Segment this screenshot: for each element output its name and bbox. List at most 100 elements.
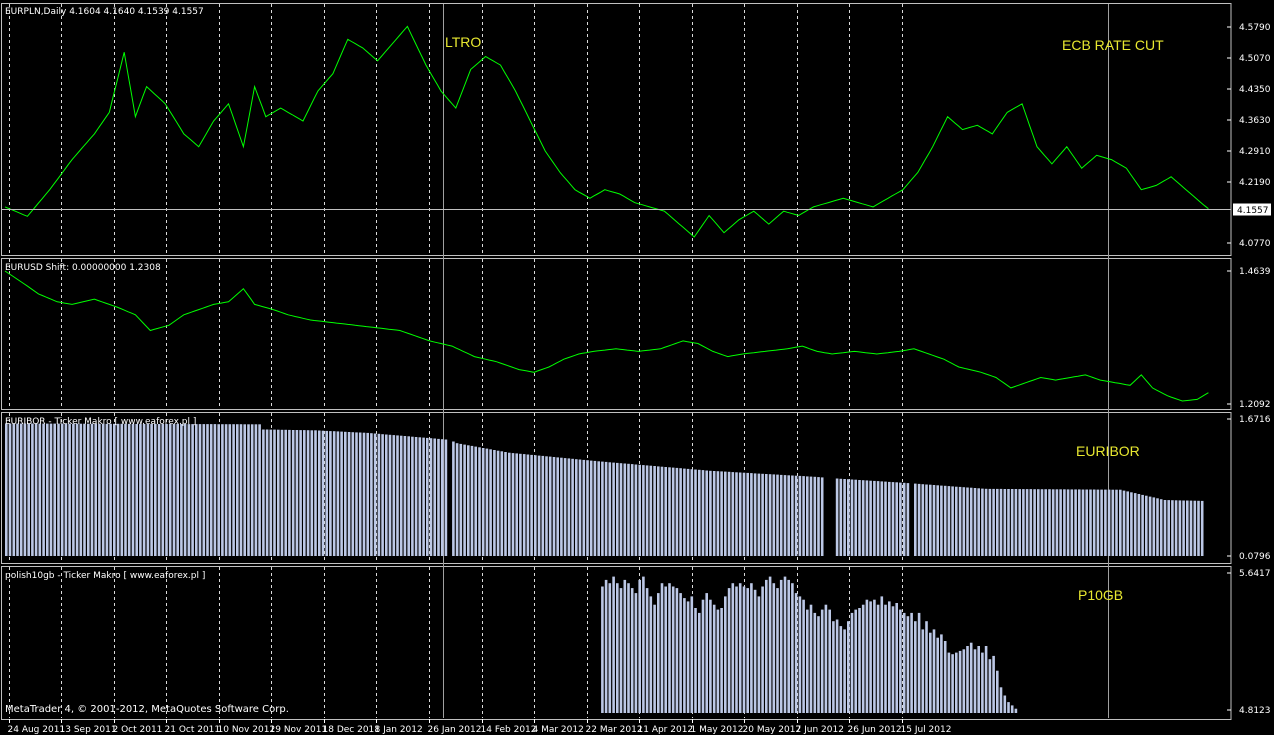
euribor-bar: [236, 424, 239, 556]
p10gb-bar: [802, 599, 805, 713]
y-tick-label: 4.8123: [1239, 706, 1271, 716]
euribor-bar: [392, 435, 396, 556]
p10gb-bar: [757, 596, 761, 713]
euribor-bar: [612, 462, 615, 556]
euribor-bar: [854, 479, 857, 556]
euribor-bar: [444, 439, 448, 556]
euribor-bar: [183, 424, 187, 556]
p10gb-bar: [969, 642, 973, 713]
x-tick-label: 15 Jul 2012: [901, 725, 952, 735]
euribor-bar: [880, 481, 884, 556]
euribor-bar: [902, 482, 906, 556]
euribor-bar: [630, 464, 634, 556]
euribor-bar: [604, 461, 608, 556]
euribor-bar: [977, 488, 980, 556]
euribor-bar: [83, 423, 86, 556]
euribor-bar: [1037, 489, 1040, 556]
y-tick-label: 1.2092: [1239, 400, 1271, 410]
euribor-bar: [131, 423, 135, 556]
euribor-bar: [437, 438, 440, 556]
p10gb-bar: [794, 593, 798, 713]
p10gb-bar: [671, 586, 675, 713]
euribor-bar: [247, 424, 250, 556]
euribor-bar: [727, 471, 731, 556]
p10gb-bar: [884, 604, 887, 713]
p10gb-bar: [925, 621, 928, 713]
euribor-bar: [779, 474, 783, 556]
y-tick-label: 1.6716: [1239, 415, 1271, 425]
euribor-bar: [955, 486, 958, 556]
p10gb-bar: [936, 637, 939, 713]
euribor-bar: [373, 433, 377, 556]
euribor-bar: [660, 466, 664, 556]
p10gb-bar: [888, 601, 891, 713]
metatrader-chart[interactable]: 4.1557 4.5790 4.5070 4.4350 4.3630 4.2910 4.2…: [0, 0, 1274, 735]
p10gb-bar: [724, 596, 727, 713]
euribor-bar: [929, 484, 932, 556]
p10gb-bar: [753, 589, 757, 713]
euribor-bar: [958, 486, 962, 556]
p10gb-bar: [943, 641, 947, 713]
p10gb-bar: [850, 612, 854, 713]
euribor-bar: [1018, 489, 1021, 556]
p10gb-bar: [809, 604, 813, 713]
euribor-bar: [1197, 500, 1200, 556]
euribor-bar: [515, 453, 518, 556]
p10gb-bar: [701, 599, 705, 713]
euribor-title: EURIBOR - Ticker Makro [ www.eaforex.pl …: [5, 417, 196, 427]
euribor-bar: [478, 447, 481, 556]
euribor-bar: [813, 476, 817, 556]
euribor-bar: [984, 488, 988, 556]
p10gb-bar: [932, 629, 936, 713]
euribor-bar: [332, 431, 336, 556]
euribor-bar: [467, 445, 470, 556]
euribor-bar: [94, 423, 97, 556]
p10gb-bar: [738, 583, 742, 713]
x-tick-label: 13 Sep 2011: [60, 725, 117, 735]
euribor-bar: [1115, 489, 1118, 556]
euribor-bar: [616, 462, 619, 556]
x-tick-label: 20 May 2012: [743, 725, 802, 735]
p10gb-bar: [683, 598, 686, 713]
euribor-bar: [787, 475, 790, 556]
p10gb-bar: [865, 599, 869, 713]
p10gb-bar: [891, 606, 895, 713]
euribor-bar: [850, 479, 854, 556]
p10gb-bar: [817, 616, 820, 713]
euribor-bar: [232, 424, 235, 556]
p10gb-bar: [776, 588, 779, 713]
euribor-bar: [1048, 489, 1051, 556]
y-tick-label: 5.6417: [1239, 569, 1271, 579]
current-price-value: 4.1557: [1237, 206, 1269, 216]
p10gb-bar: [750, 583, 753, 713]
euribor-bar: [530, 454, 533, 556]
euribor-bar: [213, 424, 217, 556]
euribor-bar: [1044, 489, 1047, 556]
euribor-bar: [541, 455, 545, 556]
p10gb-bar: [668, 583, 671, 713]
euribor-bar: [750, 473, 753, 556]
euribor-bar: [228, 424, 232, 556]
x-tick-label: 1 May 2012: [691, 725, 744, 735]
euribor-bar: [202, 424, 206, 556]
euribor-bar: [1025, 489, 1029, 556]
p10gb-bar: [657, 593, 660, 713]
euribor-bar: [601, 461, 604, 556]
euribor-bar: [899, 482, 902, 556]
euribor-bar: [224, 424, 228, 556]
euribor-bar: [798, 475, 802, 556]
p10gb-bar: [813, 612, 817, 713]
euribor-bar: [988, 488, 992, 556]
euribor-bar: [519, 453, 522, 556]
p10gb-bar: [623, 579, 627, 713]
euribor-bar: [1193, 500, 1197, 556]
euribor-bar: [865, 480, 869, 556]
euribor-bar: [150, 423, 153, 556]
euribor-bar: [355, 432, 358, 556]
euribor-bar: [79, 423, 83, 556]
p10gb-bar: [940, 634, 943, 713]
euribor-bar: [496, 450, 500, 556]
p10gb-bar: [895, 603, 898, 713]
euribor-bar: [679, 468, 682, 556]
euribor-bar: [671, 467, 675, 556]
